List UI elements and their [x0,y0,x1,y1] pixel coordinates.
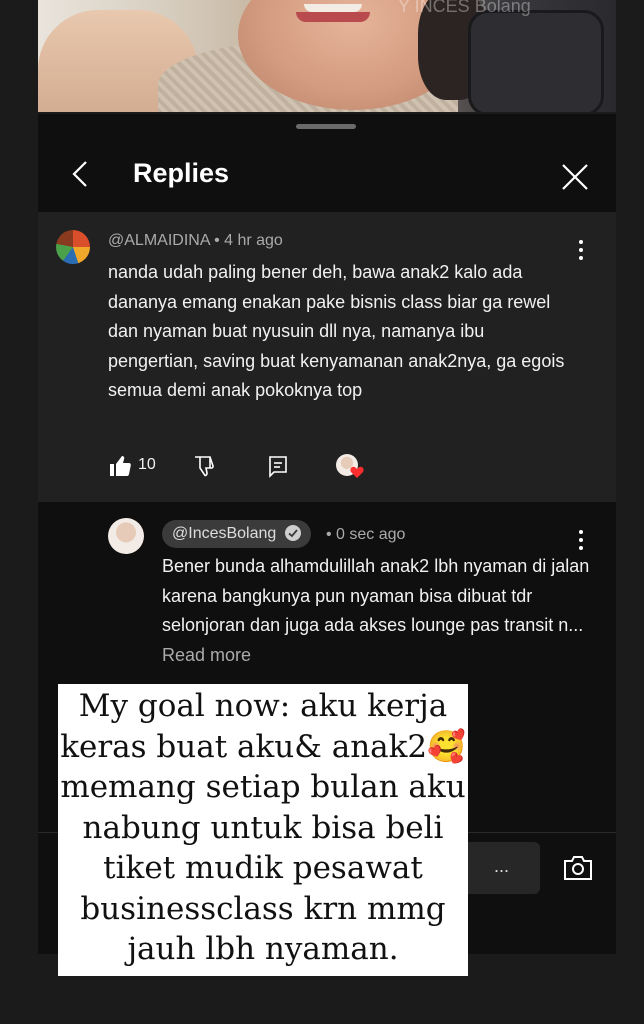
camera-icon[interactable] [562,854,594,882]
photo-seat [468,10,604,112]
smiling-face-hearts-icon: 🥰 [427,728,466,765]
story-line: tiket mudik pesawat [103,850,423,886]
more-vert-icon[interactable] [578,530,584,550]
reply-text: Bener bunda alhamdulillah anak2 lbh nyam… [162,552,592,670]
verified-check-icon [284,525,301,541]
like-count: 10 [138,456,156,473]
avatar[interactable] [108,518,144,554]
comment-time: 4 hr ago [224,232,283,249]
page-title: Replies [133,158,230,188]
story-line: memang setiap bulan aku [60,769,466,805]
thumb-up-icon[interactable] [108,454,132,478]
separator-dot: • [214,232,225,249]
photo-mouth [296,12,370,22]
story-line: businessclass krn mmg [80,890,446,927]
thumb-down-icon[interactable] [192,454,216,478]
story-line: My goal now: aku kerja [78,688,448,724]
chevron-left-icon[interactable] [68,158,92,190]
reply-text-content: Bener bunda alhamdulillah anak2 lbh nyam… [162,556,590,635]
more-options[interactable]: ... [494,856,509,877]
comment-text: nanda udah paling bener deh, bawa anak2 … [108,262,565,400]
more-vert-icon[interactable] [578,240,584,260]
creator-badge[interactable]: @IncesBolang [162,520,311,548]
comment-header: @ALMAIDINA • 4 hr ago [108,232,283,250]
reply-time: 0 sec ago [336,526,406,543]
avatar[interactable] [56,230,90,264]
video-thumbnail[interactable]: Y INCES Bolang [38,0,616,112]
story-text-overlay[interactable]: My goal now: aku kerja keras buat aku& a… [58,684,468,976]
creator-heart-icon [350,466,364,478]
story-line: keras buat aku& anak2 [60,728,428,765]
parent-comment: @ALMAIDINA • 4 hr ago nanda udah paling … [38,212,616,502]
read-more-link[interactable]: Read more [162,645,251,665]
reply-meta: • 0 sec ago [326,526,405,544]
story-line-with-emoji: keras buat aku& anak2🥰 [58,727,468,768]
comment-actions: 10 [108,454,408,480]
drag-handle[interactable] [296,124,356,129]
watermark: Y INCES Bolang [398,0,531,16]
comment-icon[interactable] [266,454,290,478]
story-frame: Y INCES Bolang Replies @ALMAIDINA • 4 hr… [0,0,644,1024]
story-line: nabung untuk bisa beli [82,809,444,846]
separator-dot: • [326,526,337,543]
comment-author[interactable]: @ALMAIDINA [108,232,210,249]
story-line: jauh lbh nyaman. [127,931,399,967]
reply-author: @IncesBolang [172,525,277,542]
photo-teeth [304,4,362,12]
close-icon[interactable] [560,162,590,192]
